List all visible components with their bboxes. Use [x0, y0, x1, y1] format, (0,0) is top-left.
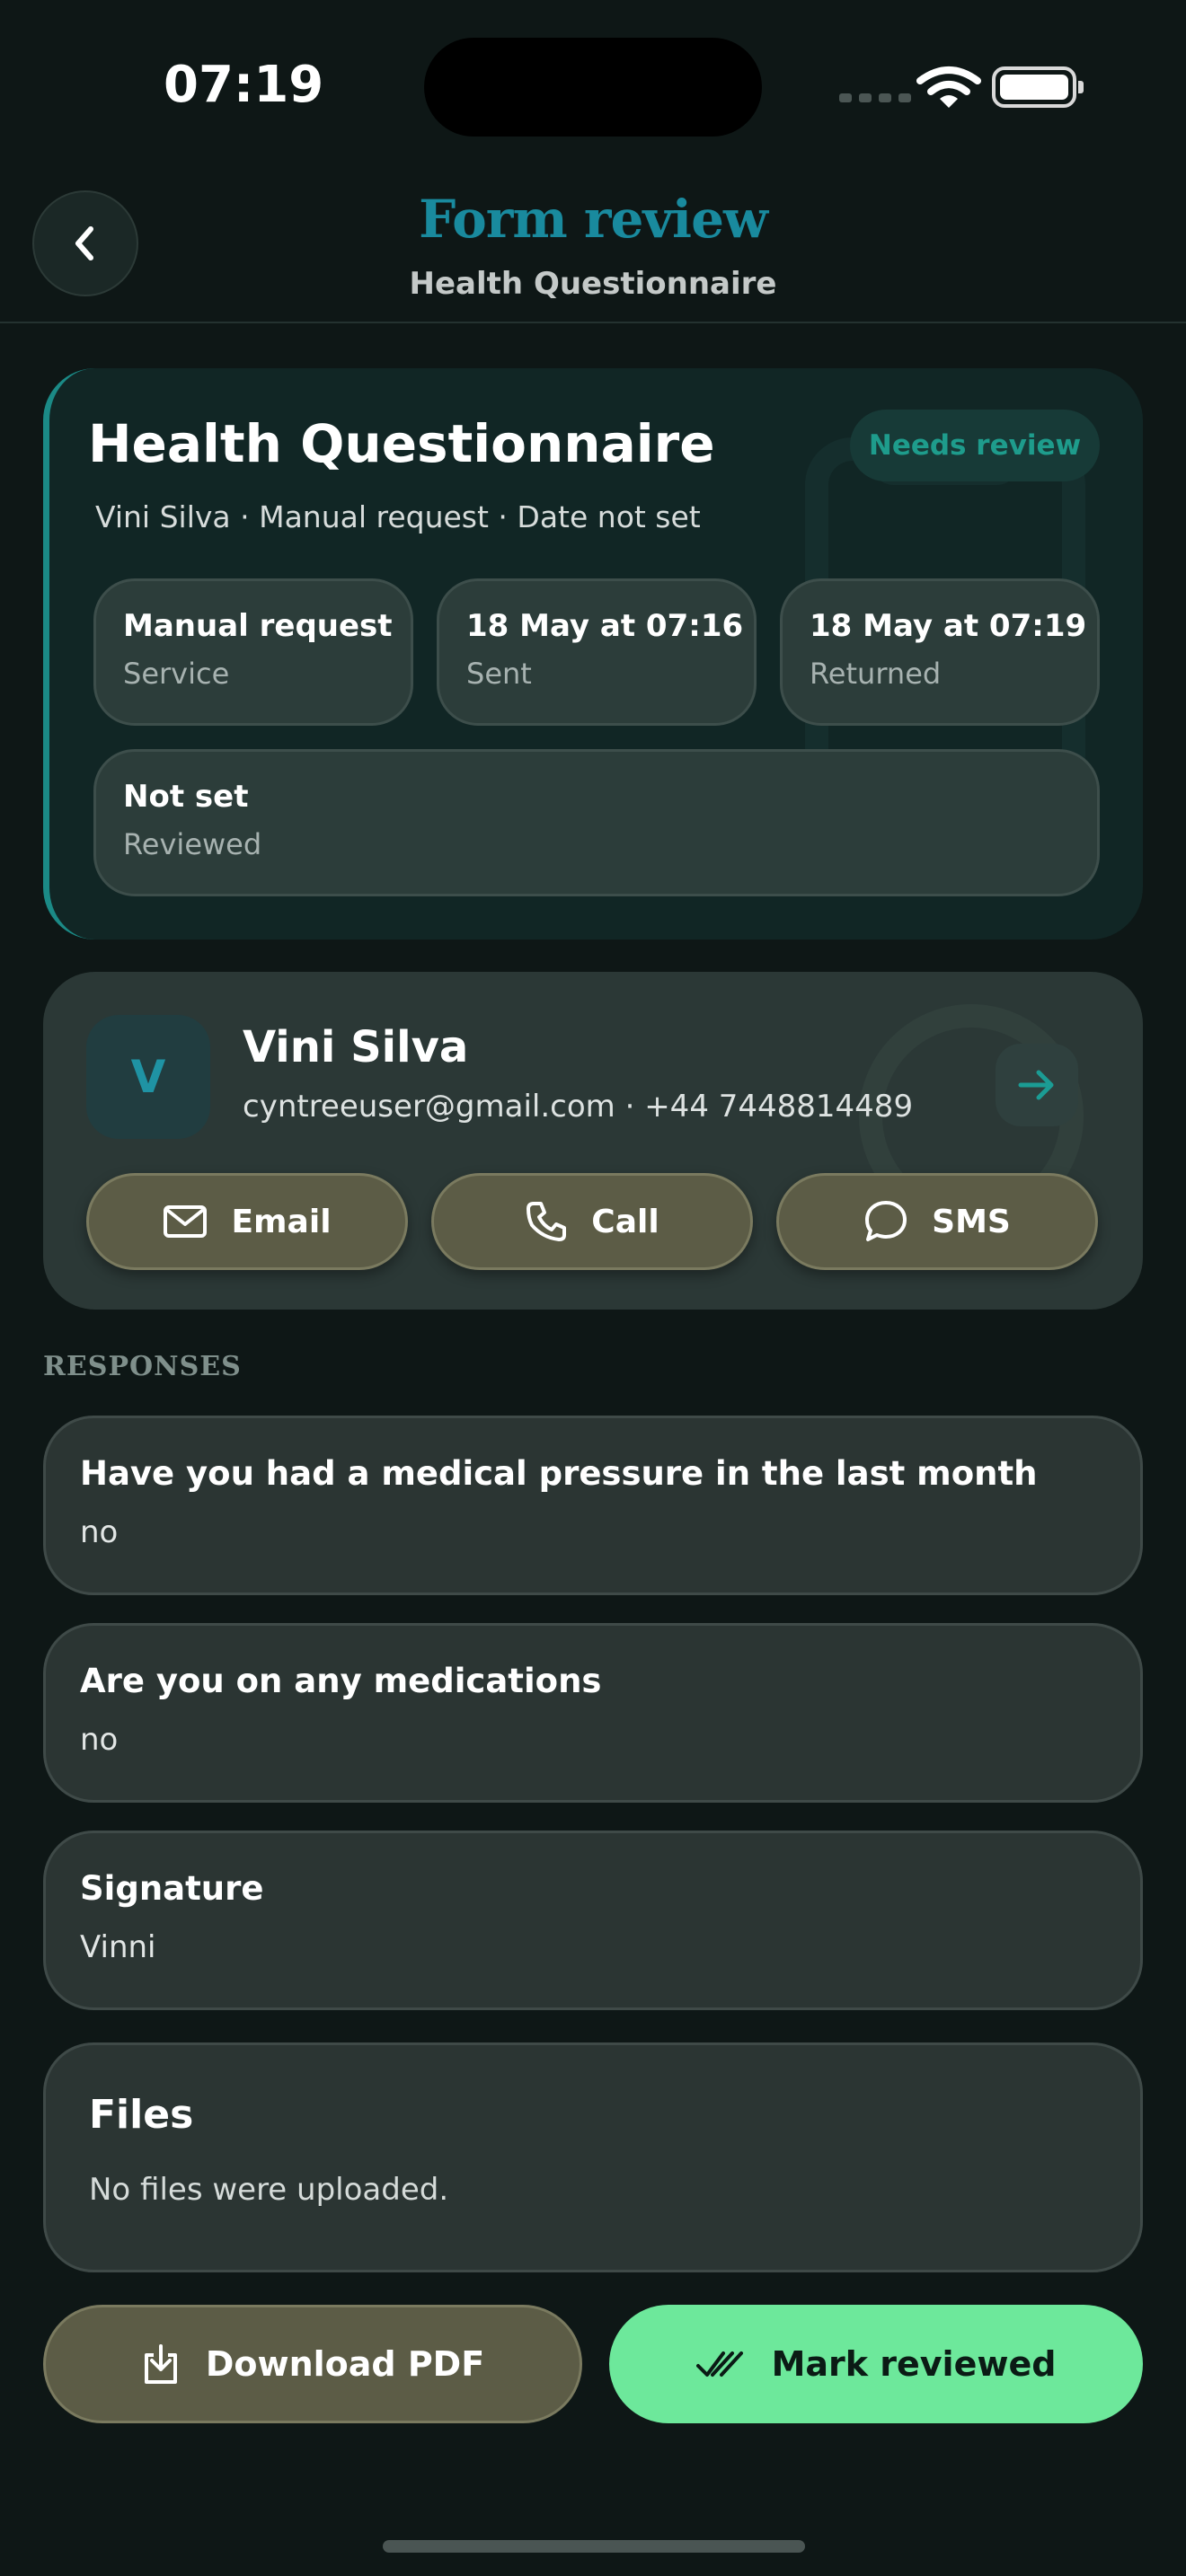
detail-label: Returned: [810, 657, 942, 691]
page-subtitle: Health Questionnaire: [409, 266, 777, 302]
detail-value: 18 May at 07:16: [466, 608, 744, 644]
detail-label: Sent: [466, 657, 532, 691]
mark-reviewed-label: Mark reviewed: [771, 2344, 1057, 2384]
mark-reviewed-button[interactable]: Mark reviewed: [609, 2305, 1143, 2423]
detail-returned: 18 May at 07:19 Returned: [780, 578, 1100, 726]
detail-value: Not set: [123, 779, 249, 815]
detail-sent: 18 May at 07:16 Sent: [437, 578, 757, 726]
detail-reviewed: Not set Reviewed: [93, 749, 1100, 896]
responses-section-label: RESPONSES: [43, 1351, 242, 1382]
files-empty-text: No files were uploaded.: [89, 2172, 449, 2208]
detail-value: 18 May at 07:19: [810, 608, 1087, 644]
files-card: Files No files were uploaded.: [43, 2042, 1143, 2272]
form-title: Health Questionnaire: [88, 413, 715, 474]
detail-label: Reviewed: [123, 827, 262, 861]
detail-label: Service: [123, 657, 230, 691]
download-pdf-label: Download PDF: [205, 2344, 485, 2384]
contact-details: cyntreeuser@gmail.com · +44 7448814489: [243, 1089, 914, 1125]
response-item: Are you on any medications no: [43, 1623, 1143, 1803]
email-button[interactable]: Email: [86, 1173, 408, 1270]
header-divider: [0, 322, 1186, 323]
response-question: Are you on any medications: [80, 1662, 602, 1700]
form-review-screen: 07:19 Form review Health Questionnaire H…: [0, 0, 1186, 2576]
files-title: Files: [89, 2092, 194, 2138]
chat-bubble-icon: [865, 1201, 907, 1241]
email-button-label: Email: [231, 1203, 332, 1240]
contact-name: Vini Silva: [243, 1022, 469, 1072]
page-title: Form review: [419, 189, 768, 250]
double-check-icon: [695, 2351, 743, 2377]
mail-icon: [164, 1205, 208, 1238]
home-indicator[interactable]: [383, 2540, 805, 2553]
download-pdf-button[interactable]: Download PDF: [43, 2305, 582, 2423]
arrow-right-icon: [1018, 1070, 1054, 1100]
detail-value: Manual request: [123, 608, 393, 644]
phone-icon: [527, 1202, 567, 1241]
response-question: Signature: [80, 1869, 264, 1908]
dynamic-island: [424, 38, 762, 137]
contact-card[interactable]: V Vini Silva cyntreeuser@gmail.com · +44…: [43, 972, 1143, 1310]
response-answer: Vinni: [80, 1929, 156, 1965]
open-contact-button[interactable]: [996, 1044, 1078, 1126]
call-button-label: Call: [591, 1203, 659, 1240]
status-badge: Needs review: [850, 410, 1100, 481]
call-button[interactable]: Call: [431, 1173, 753, 1270]
wifi-icon: [916, 66, 981, 108]
avatar: V: [86, 1015, 210, 1139]
response-item: Have you had a medical pressure in the l…: [43, 1416, 1143, 1595]
response-answer: no: [80, 1722, 119, 1758]
response-item: Signature Vinni: [43, 1831, 1143, 2010]
sms-button[interactable]: SMS: [776, 1173, 1098, 1270]
status-time: 07:19: [164, 56, 324, 114]
cellular-signal-icon: [839, 93, 911, 102]
detail-service: Manual request Service: [93, 578, 413, 726]
battery-icon: [992, 66, 1084, 108]
response-question: Have you had a medical pressure in the l…: [80, 1454, 1038, 1493]
sms-button-label: SMS: [932, 1203, 1011, 1240]
form-meta: Vini Silva · Manual request · Date not s…: [95, 499, 701, 534]
download-icon: [144, 2344, 177, 2384]
response-answer: no: [80, 1514, 119, 1550]
